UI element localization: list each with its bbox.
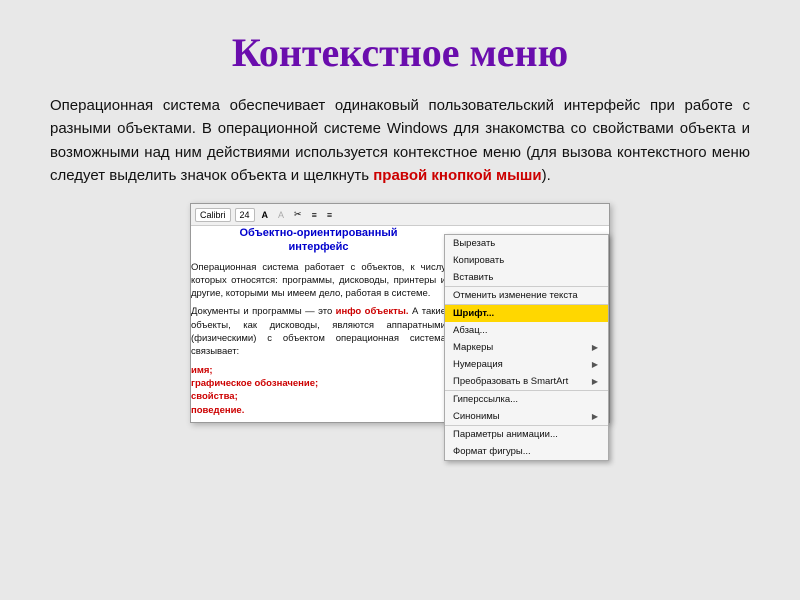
title-text: Контекстное меню (232, 30, 568, 75)
menu-item-bullets[interactable]: Маркеры▶ (445, 339, 608, 356)
menu-item-font[interactable]: Шрифт... (445, 304, 608, 322)
toolbar-size: 24 (235, 208, 255, 222)
menu-item-paste[interactable]: Вставить (445, 269, 608, 286)
doc-para2: Документы и программы — это инфо объекты… (191, 305, 446, 358)
toolbar-align-left: ≡ (309, 209, 320, 221)
slide-body-text: Операционная система обеспечивает одинак… (50, 94, 750, 187)
menu-item-undo[interactable]: Отменить изменение текста (445, 286, 608, 304)
toolbar-align-center: ≡ (324, 209, 335, 221)
doc-para1: Операционная система работает с объектов… (191, 261, 446, 301)
toolbar-font: Calibri (195, 208, 231, 222)
screenshot-container: Calibri 24 A A ✂ ≡ ≡ Объектно-ориентиров… (190, 203, 610, 423)
slide-title: Контекстное меню (50, 30, 750, 76)
doc-list: имя;графическое обозначение;свойства;пов… (191, 364, 446, 417)
menu-item-hyperlink[interactable]: Гиперссылка... (445, 390, 608, 408)
context-menu[interactable]: Вырезать Копировать Вставить Отменить из… (444, 234, 609, 461)
toolbar-cut: ✂ (291, 208, 305, 221)
doc-title: Объектно-ориентированный интерфейс (191, 226, 446, 255)
doc-content: Объектно-ориентированный интерфейс Опера… (191, 226, 446, 422)
menu-item-cut[interactable]: Вырезать (445, 235, 608, 252)
menu-item-numbering[interactable]: Нумерация▶ (445, 356, 608, 373)
menu-item-synonyms[interactable]: Синонимы▶ (445, 408, 608, 425)
highlight-text: правой кнопкой мыши (373, 167, 541, 184)
menu-item-copy[interactable]: Копировать (445, 252, 608, 269)
slide: Контекстное меню Операционная система об… (0, 0, 800, 600)
doc-toolbar: Calibri 24 A A ✂ ≡ ≡ (191, 204, 609, 226)
menu-item-animation[interactable]: Параметры анимации... (445, 425, 608, 443)
menu-item-paragraph[interactable]: Абзац... (445, 322, 608, 339)
menu-item-format-shape[interactable]: Формат фигуры... (445, 443, 608, 460)
toolbar-a2: A (275, 209, 287, 221)
toolbar-bold-a: A (259, 209, 272, 221)
menu-item-smartart[interactable]: Преобразовать в SmartArt▶ (445, 373, 608, 390)
